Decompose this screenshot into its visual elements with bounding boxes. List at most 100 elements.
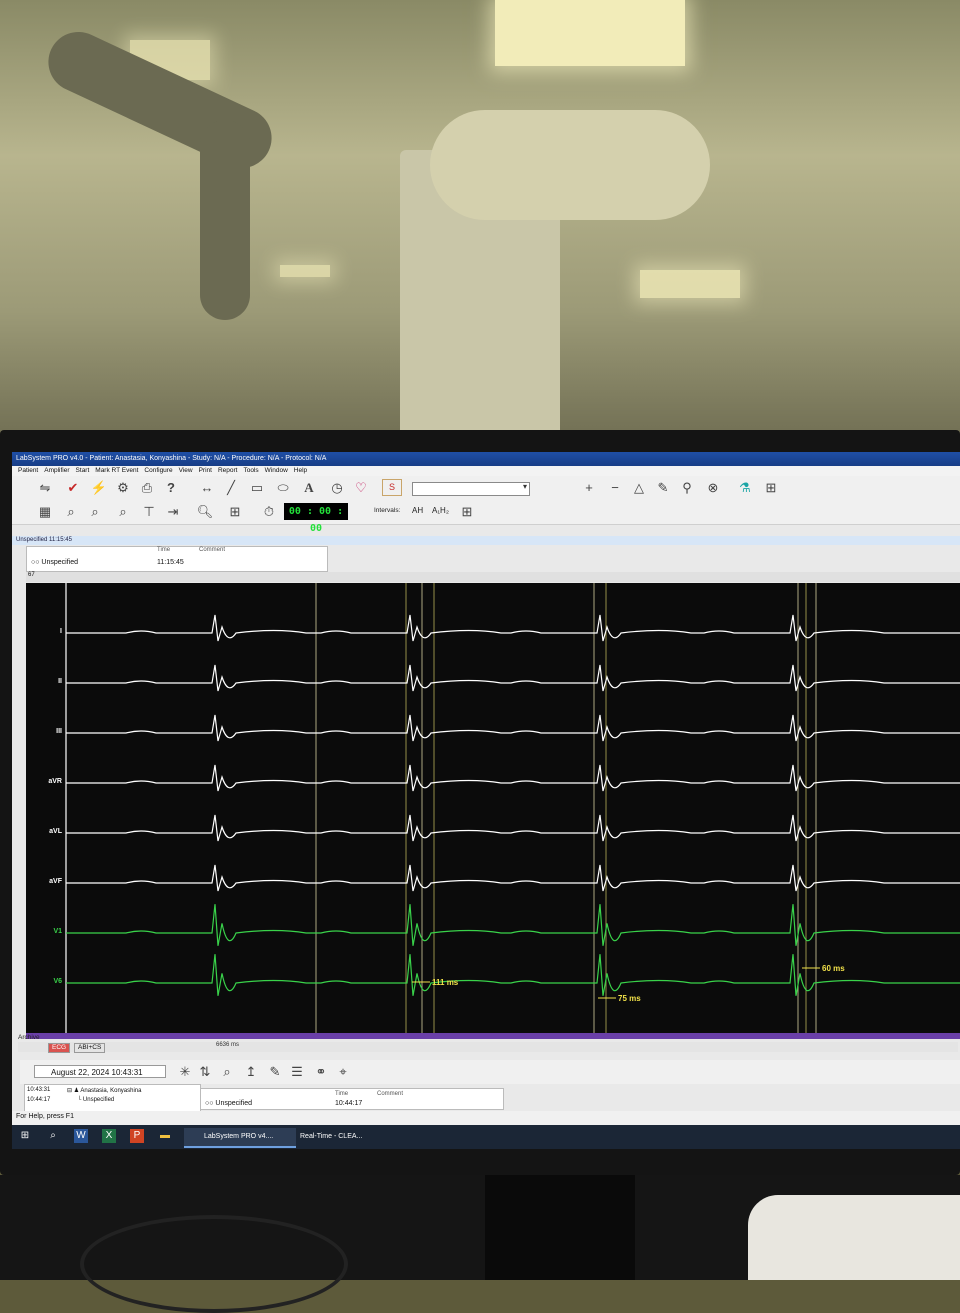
lead-label-v1: V1 — [53, 928, 62, 935]
zoom-icon[interactable]: ⌕ — [218, 1063, 236, 1081]
edit-icon[interactable]: ✎ — [266, 1063, 284, 1081]
zoom-in-icon[interactable]: + — [580, 479, 598, 497]
menu-item-help[interactable]: Help — [294, 467, 307, 474]
interval-layout-icon[interactable]: ⊞ — [458, 503, 476, 521]
tag-icon[interactable]: ⌖ — [334, 1063, 352, 1081]
toolbar-review: ▦ ⌕ ⌕ ⌕ ⊤ ⇥ 🔍︎ ⊞ ⏱︎ 00 : 00 : 00 Interva… — [12, 500, 960, 534]
lead-label-i: I — [60, 628, 62, 635]
menu-item-tools[interactable]: Tools — [243, 467, 258, 474]
protocol-combo[interactable] — [412, 482, 530, 496]
monitor-stand — [485, 1175, 635, 1280]
ecg-trace-avr — [66, 764, 960, 792]
cable — [80, 1215, 348, 1313]
search-s-icon[interactable]: ⌕ — [62, 503, 80, 521]
tree-patient[interactable]: ⊟ ♟ Anastasia, Konyashina — [67, 1087, 141, 1094]
sparkle-icon[interactable]: ✳ — [176, 1063, 194, 1081]
event-row-name[interactable]: ○○ Unspecified — [31, 559, 78, 566]
medical-device — [748, 1195, 960, 1280]
sort-icon[interactable]: ⇅ — [196, 1063, 214, 1081]
scroll-value: 67 — [28, 572, 35, 578]
event-row-time: 11:15:45 — [157, 559, 184, 566]
ecg-trace-avf — [66, 864, 960, 892]
taskbar-realtime[interactable]: Real-Time - CLEA... — [280, 1128, 392, 1146]
arrow-up-icon[interactable]: ↥ — [242, 1063, 260, 1081]
ecg-trace-area[interactable]: 111 ms 75 ms 60 ms I II III aVR aVL aVF V1 V6 — [26, 583, 960, 1033]
word-icon[interactable]: W — [74, 1129, 88, 1143]
interval-a1h1-button[interactable]: A₁H₂ — [432, 506, 449, 515]
stop-icon[interactable]: ⊗ — [704, 479, 722, 497]
measurement-label: 60 ms — [822, 964, 845, 973]
event-table: Time Comment ○○ Unspecified 11:15:45 — [26, 546, 328, 572]
amplifier-icon[interactable]: ⚡ — [90, 479, 108, 497]
menu-item-amplifier[interactable]: Amplifier — [44, 467, 69, 474]
bottom-row-time: 10:44:17 — [335, 1100, 363, 1107]
search-t-icon[interactable]: ⌕ — [114, 503, 132, 521]
caliper-icon[interactable]: ↔ — [198, 479, 216, 497]
trace-scrollbar[interactable]: 67 — [26, 572, 960, 582]
t-left-icon[interactable]: ⊤ — [140, 503, 158, 521]
status-bar: For Help, press F1 — [12, 1111, 960, 1125]
timeline-bar[interactable] — [26, 1033, 960, 1039]
menu-item-report[interactable]: Report — [218, 467, 238, 474]
ceiling-light — [640, 270, 740, 298]
menu-item-configure[interactable]: Configure — [144, 467, 172, 474]
bottom-event-table: Time Comment ○○ Unspecified 10:44:17 — [200, 1088, 504, 1110]
stim-icon[interactable]: S — [382, 479, 402, 496]
bottom-row-name[interactable]: ○○ Unspecified — [205, 1100, 252, 1107]
magnifier-icon[interactable]: 🔍︎ — [196, 503, 214, 521]
help-icon[interactable]: ? — [162, 479, 180, 497]
list-icon[interactable]: ☰ — [288, 1063, 306, 1081]
event-bar-text: Unspecified 11:15:45 — [16, 537, 72, 543]
tree-time-1: 10:43:31 — [27, 1087, 51, 1093]
layout-icon[interactable]: ⊞ — [762, 479, 780, 497]
menu-item-start[interactable]: Start — [76, 467, 90, 474]
tab-ecg[interactable]: ECG — [48, 1043, 71, 1053]
folder-icon[interactable]: ▬ — [158, 1129, 172, 1143]
grid-icon[interactable]: ▦ — [36, 503, 54, 521]
tab-abi-cs[interactable]: ABI+CS — [74, 1043, 106, 1053]
lead-label-avr: aVR — [48, 778, 62, 785]
zoom-out-icon[interactable]: − — [606, 479, 624, 497]
line-tool-icon[interactable]: ╱ — [222, 479, 240, 497]
search-icon[interactable]: ⌕ — [46, 1129, 60, 1143]
stopwatch-icon[interactable]: ⏱︎ — [260, 503, 278, 521]
menu-item-patient[interactable]: Patient — [18, 467, 38, 474]
menu-item-mark-rt-event[interactable]: Mark RT Event — [95, 467, 138, 474]
rectangle-tool-icon[interactable]: ▭ — [248, 479, 266, 497]
print-icon[interactable]: ⎙ — [138, 479, 156, 497]
interval-ah-button[interactable]: AH — [412, 506, 423, 515]
settings-icon[interactable]: ⚙ — [114, 479, 132, 497]
ecg-trace-avl — [66, 814, 960, 842]
patient-icon[interactable]: ⇋ — [36, 479, 54, 497]
tree-time-2: 10:44:17 — [27, 1097, 51, 1103]
lead-label-iii: III — [56, 728, 62, 735]
lead-label-ii: II — [58, 678, 62, 685]
checklist-icon[interactable]: ✔ — [64, 479, 82, 497]
menu-item-view[interactable]: View — [179, 467, 193, 474]
triangle-icon[interactable]: △ — [630, 479, 648, 497]
menu-item-print[interactable]: Print — [199, 467, 212, 474]
window-layout-icon[interactable]: ⊞ — [226, 503, 244, 521]
powerpoint-icon[interactable]: P — [130, 1129, 144, 1143]
menu-item-window[interactable]: Window — [265, 467, 288, 474]
vial-icon[interactable]: ⚗ — [736, 479, 754, 497]
pen-icon[interactable]: ✎ — [654, 479, 672, 497]
heart-icon[interactable]: ♡ — [352, 479, 370, 497]
t-right-icon[interactable]: ⇥ — [164, 503, 182, 521]
ecg-trace-v6 — [66, 954, 960, 996]
text-tool-icon[interactable]: A — [300, 479, 318, 497]
start-icon[interactable]: ⊞ — [18, 1129, 32, 1143]
probe-icon[interactable]: ⚲ — [678, 479, 696, 497]
menu-bar: Patient Amplifier Start Mark RT Event Config… — [12, 466, 960, 476]
date-field[interactable]: August 22, 2024 10:43:31 — [34, 1065, 166, 1078]
search-w-icon[interactable]: ⌕ — [86, 503, 104, 521]
excel-icon[interactable]: X — [102, 1129, 116, 1143]
tree-event[interactable]: └ Unspecified — [77, 1097, 114, 1103]
timer-tool-icon[interactable]: ◷ — [328, 479, 346, 497]
ecg-trace-v1 — [66, 904, 960, 946]
ecg-trace-iii — [66, 714, 960, 742]
session-timer: 00 : 00 : 00 — [284, 503, 348, 534]
ellipse-tool-icon[interactable]: ⬭ — [274, 479, 292, 497]
binoculars-icon[interactable]: ⚭ — [312, 1063, 330, 1081]
procedure-tree: 10:43:31 10:44:17 ⊟ ♟ Anastasia, Konyash… — [24, 1084, 201, 1112]
